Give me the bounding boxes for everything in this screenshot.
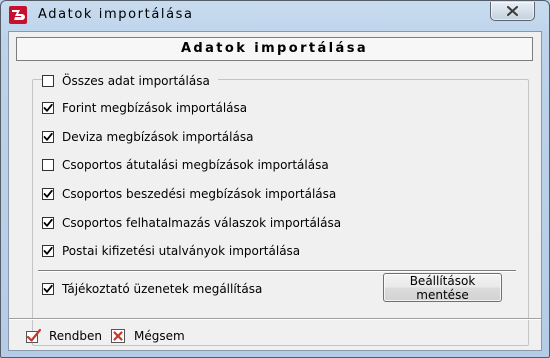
checkmark-icon [43,218,53,227]
option-deviza[interactable]: Deviza megbízások importálása [42,128,253,146]
app-logo-icon [9,6,27,24]
checkbox-postai[interactable] [42,245,54,257]
checkmark-icon [25,328,42,344]
window-title: Adatok importálása [38,7,194,22]
import-options-group [32,79,529,346]
dialog-window: Adatok importálása Adatok importálása Ös… [0,0,550,358]
option-csoportos-beszedesi[interactable]: Csoportos beszedési megbízások importálá… [42,185,336,203]
option-forint[interactable]: Forint megbízások importálása [42,99,247,117]
checkbox-csoportos-atutalasi[interactable] [42,159,54,171]
checkbox-info-messages[interactable] [42,283,54,295]
cancel-button[interactable]: Mégsem [110,326,185,346]
ok-button[interactable]: Rendben [25,326,102,346]
option-csoportos-beszedesi-label: Csoportos beszedési megbízások importálá… [62,187,337,201]
option-postai-label: Postai kifizetési utalványok importálása [62,244,301,258]
checkmark-icon [43,284,53,293]
option-csoportos-atutalasi[interactable]: Csoportos átutalási megbízások importálá… [42,156,329,174]
option-csoportos-felhatalmazas-label: Csoportos felhatalmazás válaszok importá… [62,216,342,230]
checkmark-icon [43,132,53,141]
panel-header: Adatok importálása [16,37,533,61]
option-forint-label: Forint megbízások importálása [62,101,248,115]
close-button[interactable] [490,2,535,21]
cancel-button-label: Mégsem [134,329,185,343]
option-all[interactable]: Összes adat importálása [42,72,218,90]
close-icon [507,6,518,16]
option-info-messages[interactable]: Tájékoztató üzenetek megállítása [42,280,262,298]
option-postai[interactable]: Postai kifizetési utalványok importálása [42,242,300,260]
title-bar[interactable]: Adatok importálása [1,1,549,31]
checkmark-icon [43,103,53,112]
options-divider [38,270,516,272]
checkbox-deviza[interactable] [42,131,54,143]
checkbox-csoportos-felhatalmazas[interactable] [42,217,54,229]
option-deviza-label: Deviza megbízások importálása [62,130,254,144]
ok-button-label: Rendben [49,329,103,343]
option-info-messages-label: Tájékoztató üzenetek megállítása [62,282,263,296]
checkmark-icon [43,189,53,198]
option-csoportos-atutalasi-label: Csoportos átutalási megbízások importálá… [62,158,329,172]
bottom-divider [9,318,541,320]
option-csoportos-felhatalmazas[interactable]: Csoportos felhatalmazás válaszok importá… [42,214,341,232]
checkbox-all[interactable] [42,75,54,87]
save-settings-button[interactable]: Beállítások mentése [383,273,502,302]
checkbox-forint[interactable] [42,102,54,114]
checkmark-icon [43,246,53,255]
checkbox-csoportos-beszedesi[interactable] [42,188,54,200]
dialog-client-area: Adatok importálása Összes adat importálá… [8,31,542,351]
cross-icon [110,328,126,344]
option-all-label: Összes adat importálása [62,74,210,88]
